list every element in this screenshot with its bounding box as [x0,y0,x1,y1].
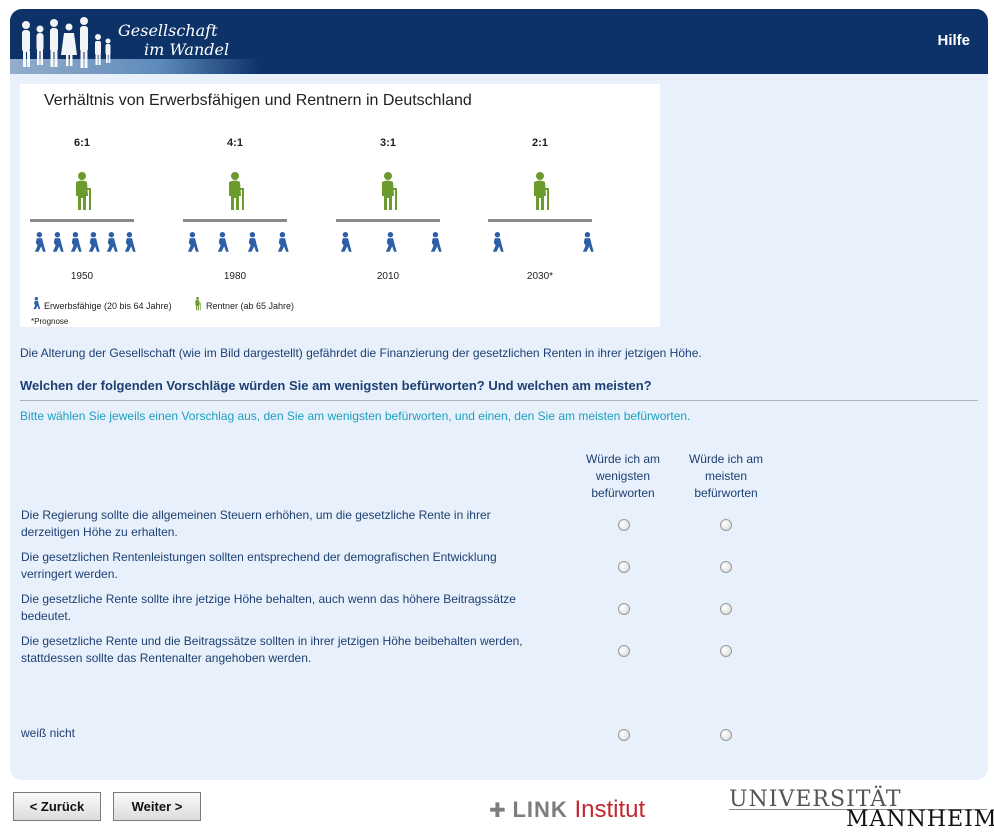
column-header-most-line2: meisten [704,469,748,483]
option-3-line2: bedeutet. [21,609,72,623]
column-header-least-line1: Würde ich am [585,452,661,466]
option-4-most-radio[interactable] [720,645,732,657]
option-2-least-radio[interactable] [618,561,630,573]
option-row-1-text: Die Regierung sollte die allgemeinen Ste… [21,507,581,541]
option-3-least-radio[interactable] [618,603,630,615]
dont-know-text: weiß nicht [21,726,76,740]
option-1-most-radio[interactable] [720,519,732,531]
ratio-label-3: 3:1 [380,137,396,149]
footnote-prognose: *Prognose [31,317,69,326]
legend-retirees: Rentner (ab 65 Jahre) [206,301,294,311]
option-row-2-text: Die gesetzlichen Rentenleistungen sollte… [21,549,581,583]
option-4-least-radio[interactable] [618,645,630,657]
question-divider [20,400,978,401]
option-1-line1: Die Regierung sollte die allgemeinen Ste… [21,508,491,522]
retiree-figure-2 [229,172,244,210]
column-header-least-line2: wenigsten [595,469,651,483]
next-button[interactable]: Weiter > [113,792,201,821]
logo-line2: im Wandel [144,40,230,59]
worker-figure-4-1 [492,232,504,252]
people-silhouette-icon [22,17,111,68]
worker-figure-3-1 [340,232,352,252]
worker-figure-1-4 [88,232,100,252]
year-label-2: 1980 [224,271,247,282]
column-header-most: Würde ich am meisten befürworten [671,451,781,502]
question-text: Welchen der folgenden Vorschläge würden … [20,378,652,393]
infographic-graphic: 6:1 1950 4:1 1980 3:1 2010 2:1 2030* Erwerbsfähi… [30,137,594,326]
instruction-text: Bitte wählen Sie jeweils einen Vorschlag… [20,409,691,423]
worker-figure-3-2 [385,232,397,252]
logo-line1: Gesellschaft [118,21,218,40]
worker-figure-1-2 [52,232,64,252]
link-cross-icon: ✚ [489,800,506,822]
option-2-most-radio[interactable] [720,561,732,573]
option-4-line1: Die gesetzliche Rente und die Beitragssä… [21,634,523,648]
option-row-3-text: Die gesetzliche Rente sollte ihre jetzig… [21,591,581,625]
ratio-label-4: 2:1 [532,137,548,149]
worker-figure-1-3 [70,232,82,252]
worker-figure-2-2 [217,232,229,252]
column-header-most-line1: Würde ich am [688,452,764,466]
option-1-least-radio[interactable] [618,519,630,531]
worker-figure-2-3 [247,232,259,252]
option-3-line1: Die gesetzliche Rente sollte ihre jetzig… [21,592,516,606]
baseline-3 [336,219,440,222]
worker-figure-4-2 [582,232,594,252]
legend-workers: Erwerbsfähige (20 bis 64 Jahre) [44,301,172,311]
column-header-most-line3: befürworten [694,486,758,500]
dont-know-least-radio[interactable] [618,729,630,741]
back-button[interactable]: < Zurück [13,792,101,821]
link-logo-institut: Institut [574,796,646,823]
option-row-4-text: Die gesetzliche Rente und die Beitragssä… [21,633,581,667]
year-label-1: 1950 [71,271,94,282]
worker-figure-1-1 [34,232,46,252]
legend-worker-icon [33,297,41,310]
worker-figure-3-3 [430,232,442,252]
worker-figure-1-5 [106,232,118,252]
retiree-figure-4 [534,172,549,210]
worker-figure-2-1 [187,232,199,252]
retiree-figure-3 [382,172,397,210]
logo-text: Gesellschaft im Wandel [118,21,229,59]
worker-figure-1-6 [124,232,136,252]
uni-line2: MANNHEIM [846,807,994,832]
year-label-4: 2030* [527,271,553,282]
link-logo-word: LINK [512,797,568,822]
column-header-least-line3: befürworten [591,486,655,500]
intro-text: Die Alterung der Gesellschaft (wie im Bi… [20,346,702,360]
help-link[interactable]: Hilfe [937,32,970,49]
option-2-line2: verringert werden. [21,567,118,581]
baseline-4 [488,219,592,222]
year-label-3: 2010 [377,271,400,282]
baseline-1 [30,219,134,222]
dont-know-most-radio[interactable] [720,729,732,741]
university-mannheim-logo: UNIVERSITÄT MANNHEIM [729,787,994,832]
option-1-line2: derzeitigen Höhe zu erhalten. [21,525,178,539]
project-logo: Gesellschaft im Wandel [10,9,260,74]
option-3-most-radio[interactable] [720,603,732,615]
link-institut-logo: ✚ LINK Institut [489,796,645,824]
header-bar: Gesellschaft im Wandel Hilfe [10,9,988,74]
survey-panel: Gesellschaft im Wandel Hilfe Verhältnis … [10,9,988,780]
option-2-line1: Die gesetzlichen Rentenleistungen sollte… [21,550,497,564]
retiree-figure-1 [76,172,91,210]
baseline-2 [183,219,287,222]
worker-figure-2-4 [277,232,289,252]
ratio-label-2: 4:1 [227,137,243,149]
ratio-label-1: 6:1 [74,137,90,149]
option-4-line2: stattdessen sollte das Rentenalter angeh… [21,651,312,665]
column-header-least: Würde ich am wenigsten befürworten [568,451,678,502]
ratio-infographic: Verhältnis von Erwerbsfähigen und Rentne… [20,84,660,327]
legend-retiree-icon [195,297,201,311]
